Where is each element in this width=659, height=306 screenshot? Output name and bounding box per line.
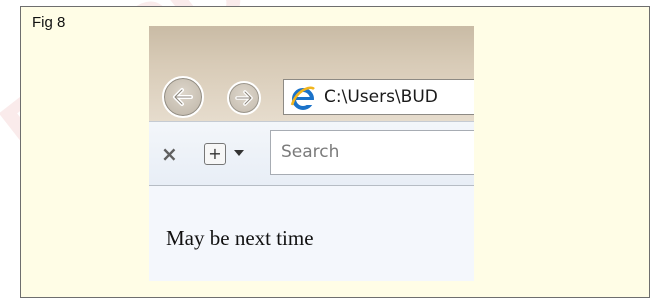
chevron-down-icon[interactable] xyxy=(234,150,244,156)
navigation-bar: C:\Users\BUD xyxy=(149,26,474,121)
new-tab-button[interactable]: + xyxy=(204,143,226,165)
page-message: May be next time xyxy=(166,226,314,250)
plus-icon: + xyxy=(208,144,222,163)
forward-arrow-icon xyxy=(235,90,253,106)
back-arrow-icon xyxy=(173,88,193,106)
back-button[interactable] xyxy=(162,76,204,118)
close-icon[interactable]: × xyxy=(161,142,178,166)
ie-logo-icon xyxy=(290,86,315,110)
search-input[interactable] xyxy=(281,141,471,163)
page-content: May be next time xyxy=(149,186,474,281)
address-bar[interactable]: C:\Users\BUD xyxy=(283,79,474,115)
search-box[interactable] xyxy=(270,130,474,175)
browser-screenshot: C:\Users\BUD × + May be next time xyxy=(149,26,474,281)
tab-toolbar: × + xyxy=(149,121,474,186)
address-text: C:\Users\BUD xyxy=(324,87,438,107)
figure-label: Fig 8 xyxy=(32,14,66,31)
forward-button[interactable] xyxy=(227,81,261,115)
